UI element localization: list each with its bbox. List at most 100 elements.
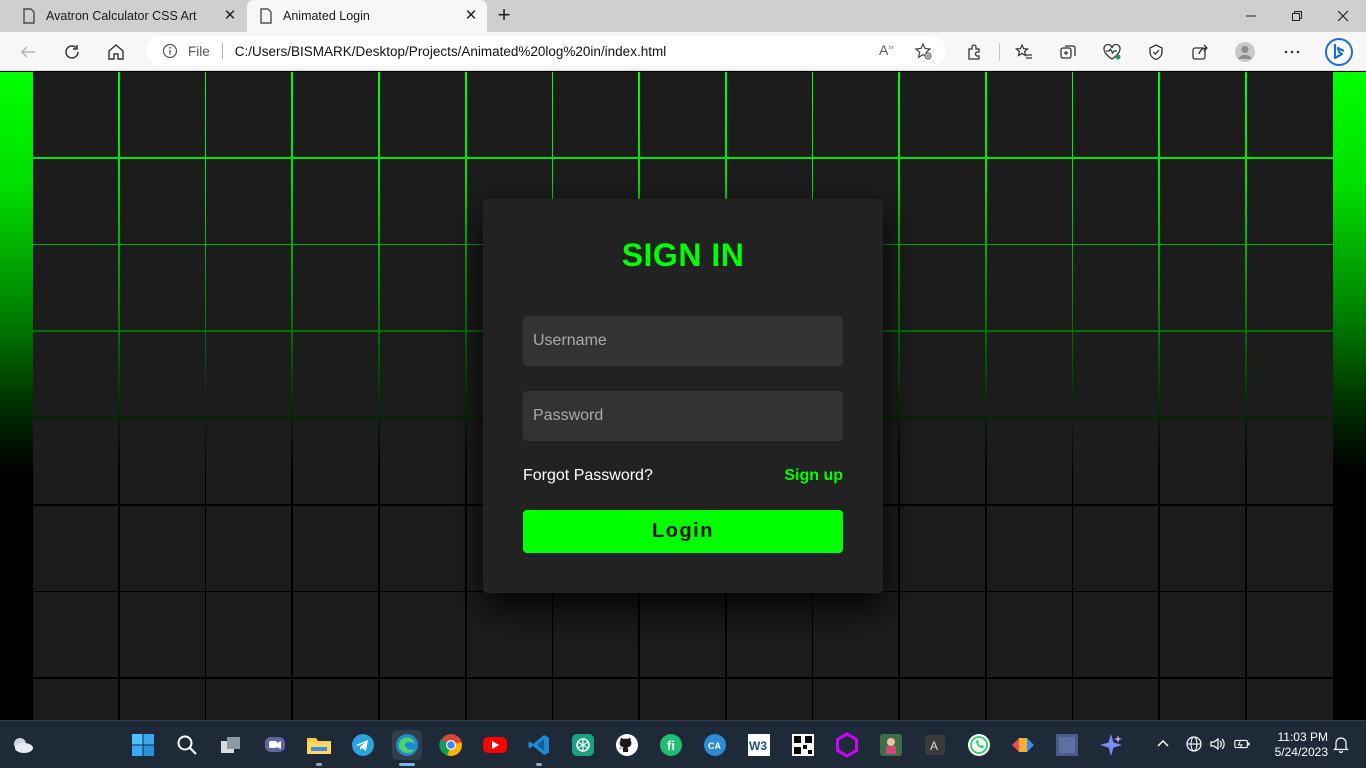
chatgpt-icon[interactable]	[568, 730, 598, 760]
grid-tile	[553, 592, 638, 677]
sign-up-link[interactable]: Sign up	[784, 467, 843, 485]
weather-icon[interactable]	[8, 730, 38, 760]
grid-tile	[727, 72, 812, 157]
github-icon[interactable]	[612, 730, 642, 760]
favorites-icon[interactable]	[1011, 39, 1037, 65]
tab-avatron-calculator[interactable]: Avatron Calculator CSS Art ✕	[8, 0, 246, 32]
scheme-label: File	[188, 43, 210, 59]
square-app-icon[interactable]	[1052, 730, 1082, 760]
grid-tile	[1160, 72, 1245, 157]
game-app-icon[interactable]	[876, 730, 906, 760]
notification-icon[interactable]	[1332, 735, 1350, 753]
page-icon	[260, 8, 272, 24]
browser-essentials-icon[interactable]	[1143, 39, 1169, 65]
grid-tile	[1160, 419, 1245, 504]
grid-tile	[120, 159, 205, 244]
new-tab-button[interactable]: +	[492, 4, 516, 28]
grid-tile	[206, 679, 291, 720]
tab-title: Avatron Calculator CSS Art	[46, 9, 197, 23]
grid-tile	[1160, 679, 1245, 720]
grid-tile	[727, 679, 812, 720]
login-button[interactable]: Login	[523, 510, 843, 553]
grid-tile	[33, 245, 118, 330]
read-aloud-icon[interactable]: A››	[879, 42, 894, 58]
grid-tile	[1247, 679, 1333, 720]
grid-tile	[813, 592, 898, 677]
grid-tile	[380, 245, 465, 330]
minimize-button[interactable]	[1228, 0, 1274, 32]
grid-tile	[467, 679, 552, 720]
edge-icon[interactable]	[392, 730, 422, 766]
add-favorite-icon[interactable]	[914, 42, 932, 60]
page-title: SIGN IN	[621, 237, 745, 273]
grid-tile	[380, 159, 465, 244]
chevron-up-icon[interactable]	[1154, 735, 1172, 753]
youtube-icon[interactable]	[480, 730, 510, 760]
arrows-app-icon[interactable]	[1008, 730, 1038, 760]
file-explorer-icon[interactable]	[304, 730, 334, 766]
bing-copilot-icon[interactable]	[1323, 36, 1355, 68]
network-globe-icon[interactable]	[1185, 735, 1203, 753]
fiverr-icon[interactable]: fi	[656, 730, 686, 760]
forgot-password-link[interactable]: Forgot Password?	[523, 467, 653, 485]
close-tab-icon[interactable]: ✕	[463, 8, 479, 24]
grid-tile	[120, 419, 205, 504]
chrome-icon[interactable]	[436, 730, 466, 760]
grid-tile	[900, 72, 985, 157]
grid-tile	[553, 679, 638, 720]
refresh-icon[interactable]	[59, 39, 85, 65]
grid-tile	[553, 72, 638, 157]
telegram-icon[interactable]	[348, 730, 378, 760]
search-icon[interactable]	[172, 730, 202, 760]
w3schools-icon[interactable]: W3	[744, 730, 774, 760]
tab-animated-login[interactable]: Animated Login ✕	[247, 0, 487, 32]
running-indicator	[536, 763, 542, 766]
collections-icon[interactable]	[1055, 39, 1081, 65]
share-icon[interactable]	[1187, 39, 1213, 65]
volume-icon[interactable]	[1209, 735, 1227, 753]
system-clock[interactable]: 11:03 PM 5/24/2023	[1262, 730, 1328, 760]
restore-button[interactable]	[1274, 0, 1320, 32]
close-window-button[interactable]	[1320, 0, 1366, 32]
grid-tile	[640, 592, 725, 677]
app-a-icon[interactable]: A	[920, 730, 950, 760]
grid-tile	[33, 159, 118, 244]
task-view-icon[interactable]	[216, 730, 246, 760]
grid-tile	[33, 592, 118, 677]
address-divider	[221, 43, 223, 59]
username-input[interactable]	[523, 316, 843, 366]
hexagon-app-icon[interactable]	[832, 730, 862, 760]
address-bar[interactable]: File C:/Users/BISMARK/Desktop/Projects/A…	[146, 36, 946, 66]
clock-time: 11:03 PM	[1277, 730, 1328, 744]
password-input[interactable]	[523, 391, 843, 441]
copilot-icon[interactable]	[1096, 730, 1126, 760]
svg-text:W3: W3	[749, 739, 767, 753]
grid-tile	[33, 72, 118, 157]
clock-date: 5/24/2023	[1274, 745, 1328, 759]
info-icon[interactable]	[162, 43, 178, 59]
url-text[interactable]: C:/Users/BISMARK/Desktop/Projects/Animat…	[235, 44, 666, 59]
vscode-icon[interactable]	[524, 730, 554, 766]
home-icon[interactable]	[103, 39, 129, 65]
grid-tile	[900, 506, 985, 591]
teams-chat-icon[interactable]	[260, 730, 290, 760]
performance-icon[interactable]	[1099, 39, 1125, 65]
battery-icon[interactable]	[1233, 735, 1251, 753]
windows-start-icon[interactable]	[128, 730, 158, 760]
qr-app-icon[interactable]	[788, 730, 818, 760]
grid-tile	[1160, 506, 1245, 591]
grid-tile	[206, 159, 291, 244]
grid-tile	[1160, 332, 1245, 417]
extensions-icon[interactable]	[962, 39, 988, 65]
profile-avatar[interactable]	[1232, 39, 1258, 65]
grid-tile	[1073, 592, 1158, 677]
grid-tile	[206, 419, 291, 504]
grid-tile	[900, 679, 985, 720]
whatsapp-icon[interactable]	[964, 730, 994, 760]
grid-tile	[293, 159, 378, 244]
back-icon[interactable]	[15, 39, 41, 65]
more-options-icon[interactable]	[1279, 39, 1305, 65]
canva-icon[interactable]: CA	[700, 730, 730, 760]
grid-tile	[1247, 506, 1333, 591]
close-tab-icon[interactable]: ✕	[222, 8, 238, 24]
